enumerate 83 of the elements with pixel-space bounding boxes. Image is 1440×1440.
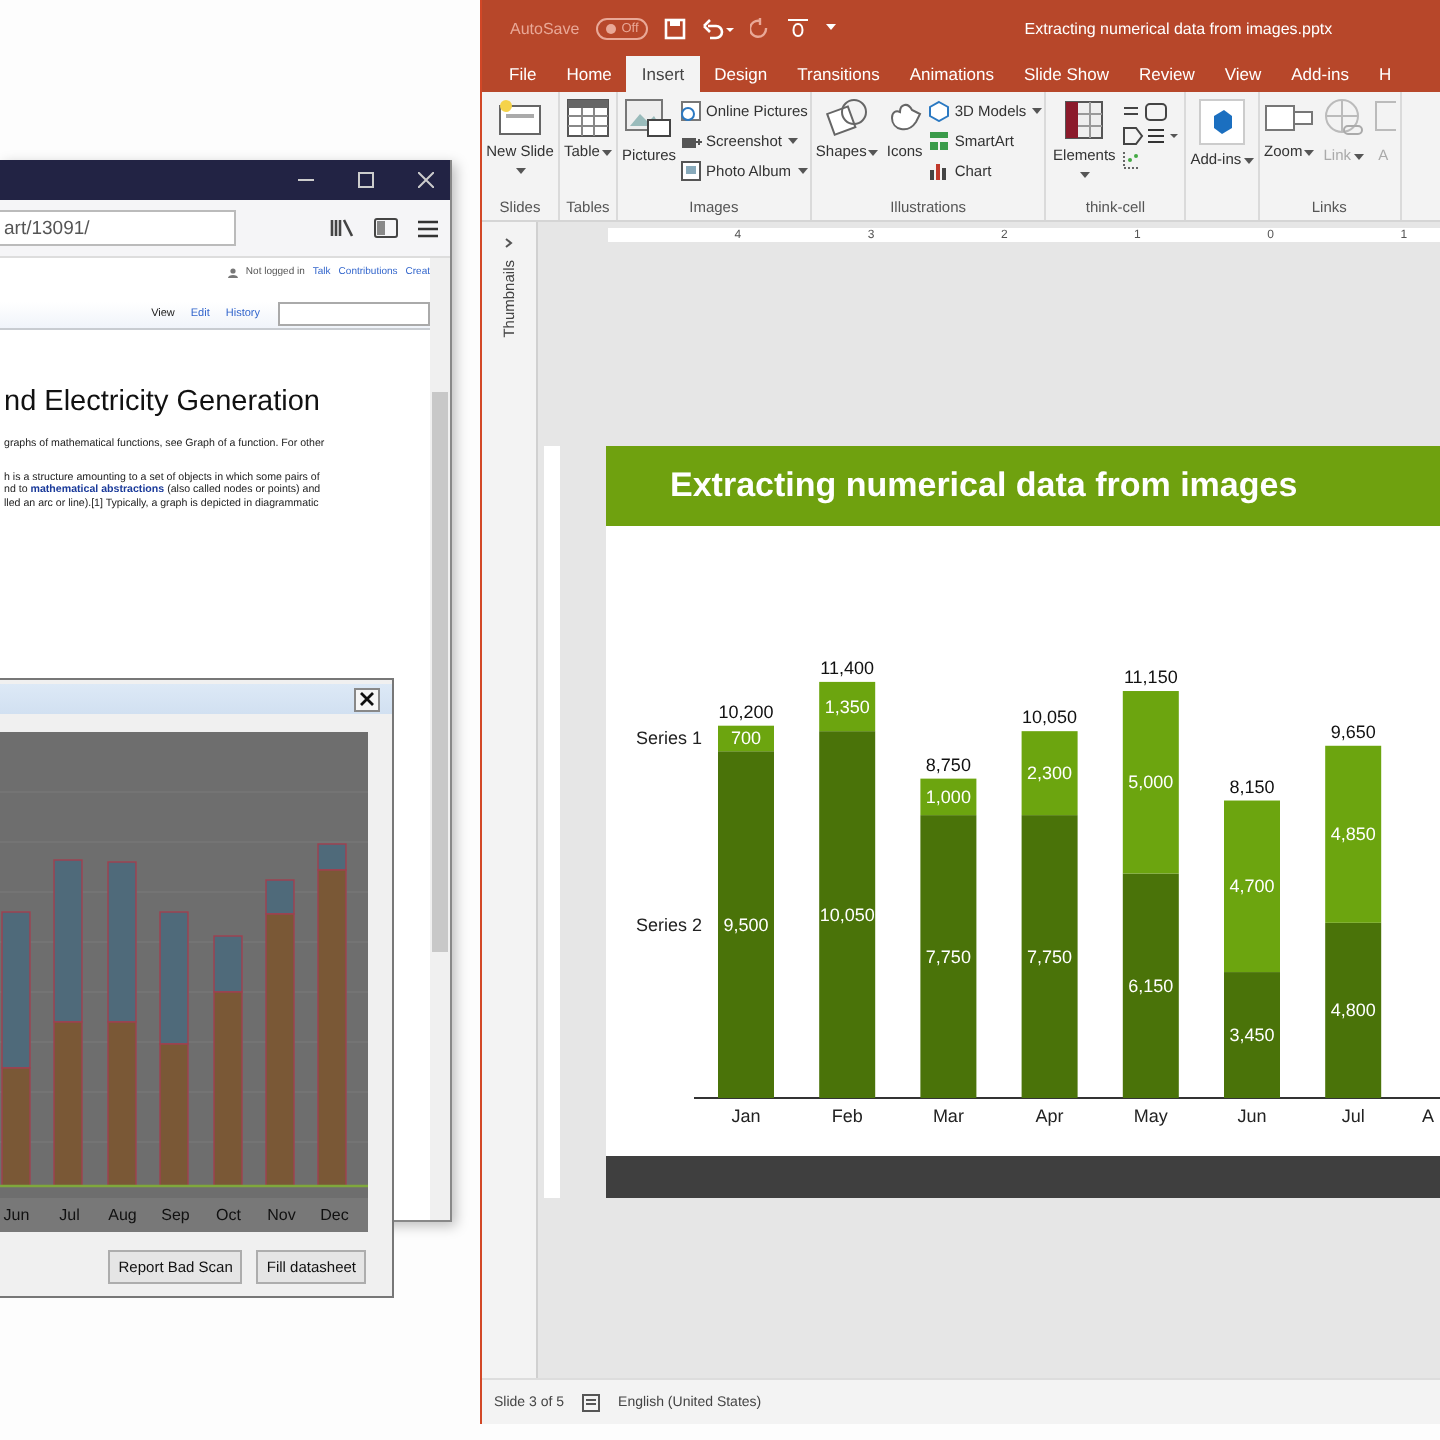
axis-label: Aug bbox=[106, 1206, 139, 1224]
search-field[interactable] bbox=[278, 302, 430, 326]
list-icon[interactable] bbox=[1122, 126, 1183, 146]
maximize-icon[interactable] bbox=[358, 172, 374, 188]
category-label: Feb bbox=[831, 1106, 863, 1126]
ribbon-tab[interactable]: Transitions bbox=[782, 56, 895, 92]
redo-icon[interactable] bbox=[750, 17, 771, 39]
customize-caret-icon[interactable] bbox=[826, 24, 837, 32]
scrollbar[interactable] bbox=[430, 258, 450, 1220]
user-icon bbox=[227, 267, 238, 277]
segment-value-label: 5,000 bbox=[1128, 772, 1174, 793]
series-label: Series 2 bbox=[635, 914, 702, 935]
category-label: May bbox=[1133, 1106, 1168, 1126]
segment-value-label: 1,350 bbox=[824, 696, 870, 717]
save-icon[interactable] bbox=[664, 17, 687, 39]
axis-label: Sep bbox=[159, 1206, 192, 1224]
add-ins-icon bbox=[1197, 98, 1246, 146]
picture-icon bbox=[624, 98, 673, 142]
total-value-label: 9,650 bbox=[1330, 721, 1376, 742]
segment-value-label: 6,150 bbox=[1128, 975, 1174, 996]
ribbon-tab[interactable]: View bbox=[1209, 56, 1277, 92]
segment-value-label: 10,050 bbox=[819, 904, 875, 925]
segment-value-label: 4,700 bbox=[1229, 876, 1275, 897]
slide-icon bbox=[496, 98, 544, 138]
elements-icon bbox=[1062, 98, 1107, 142]
segment-value-label: 3,450 bbox=[1229, 1025, 1275, 1046]
ribbon-tab[interactable]: File bbox=[494, 56, 552, 92]
slide-title: Extracting numerical data from images bbox=[606, 446, 1440, 526]
series-label: Series 1 bbox=[635, 728, 702, 749]
ribbon-tab[interactable]: Slide Show bbox=[1008, 56, 1124, 92]
segment-value-label: 7,750 bbox=[925, 946, 971, 967]
hierarchy-icon bbox=[928, 130, 951, 152]
axis-label: Dec bbox=[318, 1206, 351, 1224]
segment-value-label: 7,750 bbox=[1027, 946, 1073, 967]
notes-icon[interactable] bbox=[582, 1393, 601, 1411]
ribbon-tab[interactable]: Review bbox=[1123, 56, 1210, 92]
table-icon bbox=[565, 98, 610, 138]
page-heading: nd Electricity Generation bbox=[4, 386, 322, 418]
total-value-label: 8,150 bbox=[1229, 776, 1275, 797]
ribbon-tab[interactable]: Home bbox=[551, 56, 627, 92]
globe-picture-icon bbox=[680, 100, 703, 122]
ribbon-tab[interactable]: H bbox=[1363, 56, 1407, 92]
segment-value-label: 2,300 bbox=[1027, 763, 1073, 784]
address-field[interactable]: art/13091/ bbox=[0, 210, 236, 246]
segment-value-label: 9,500 bbox=[723, 914, 769, 935]
axis-label: Nov bbox=[265, 1206, 298, 1224]
sidebar-icon[interactable] bbox=[374, 218, 398, 238]
segment-value-label: 700 bbox=[730, 728, 762, 749]
segment-value-label: 1,000 bbox=[925, 786, 971, 807]
ribbon-tab[interactable]: Add-ins bbox=[1276, 56, 1364, 92]
axis-label: Jun bbox=[1, 1206, 32, 1224]
menu-icon[interactable] bbox=[418, 219, 438, 237]
category-label: Jun bbox=[1237, 1106, 1267, 1126]
segment-value-label: 4,850 bbox=[1330, 824, 1376, 845]
cube-icon bbox=[928, 100, 951, 122]
bar-chart-icon bbox=[928, 160, 951, 182]
ribbon-tab[interactable]: Design bbox=[699, 56, 783, 92]
touch-mode-icon[interactable] bbox=[786, 17, 811, 39]
total-value-label: 10,200 bbox=[718, 701, 774, 722]
expand-icon[interactable] bbox=[504, 238, 514, 248]
segment-value-label: 4,800 bbox=[1330, 1000, 1376, 1021]
undo-icon[interactable] bbox=[702, 17, 735, 39]
window-title: Extracting numerical data from images.pptx bbox=[1024, 19, 1333, 37]
total-value-label: 10,050 bbox=[1022, 707, 1078, 728]
category-label: Apr bbox=[1035, 1106, 1064, 1126]
shapes-icon bbox=[825, 98, 870, 138]
total-value-label: 11,400 bbox=[820, 657, 875, 678]
axis-label: Oct bbox=[214, 1206, 243, 1224]
album-icon bbox=[680, 160, 703, 182]
category-label: Jan bbox=[731, 1106, 761, 1126]
close-icon[interactable] bbox=[418, 172, 434, 188]
category-label: A bbox=[1422, 1106, 1434, 1126]
category-label: Mar bbox=[932, 1106, 964, 1126]
close-button[interactable] bbox=[354, 687, 380, 711]
total-value-label: 11,150 bbox=[1123, 667, 1178, 688]
autosave-label: AutoSave bbox=[510, 19, 580, 37]
axis-label: Jul bbox=[57, 1206, 82, 1224]
ribbon-tab[interactable]: Animations bbox=[894, 56, 1009, 92]
ribbon-tab[interactable]: Insert bbox=[626, 56, 700, 92]
category-label: Jul bbox=[1341, 1106, 1365, 1126]
library-icon[interactable] bbox=[330, 218, 354, 238]
scatter-icon[interactable] bbox=[1122, 150, 1143, 170]
total-value-label: 8,750 bbox=[925, 754, 971, 775]
